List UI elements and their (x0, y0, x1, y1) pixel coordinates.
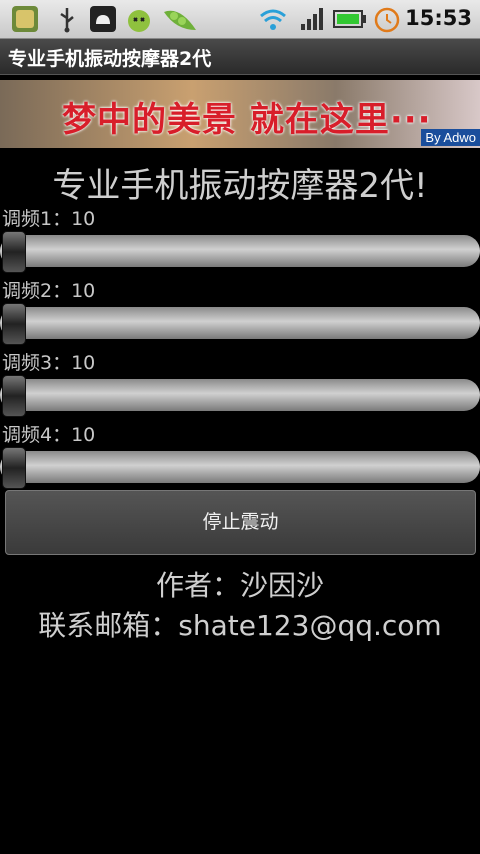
frequency-slider-1[interactable] (0, 235, 480, 267)
slider-1-label: 调频1：10 (2, 208, 96, 230)
clock: 15:53 (405, 6, 472, 30)
slider-4-thumb[interactable] (2, 447, 26, 489)
wifi-icon (260, 9, 286, 30)
ad-banner[interactable]: 梦中的美景 就在这里··· By Adwo (0, 80, 480, 148)
pea-pod-icon (164, 10, 196, 31)
android-debug-icon (90, 6, 116, 32)
status-bar: 15:53 (0, 0, 480, 39)
contact-email-text: 联系邮箱：shate123@qq.com (38, 609, 442, 642)
alarm-icon (374, 7, 400, 33)
signal-icon (301, 8, 323, 30)
app-icon (12, 6, 38, 32)
frequency-slider-2[interactable] (0, 307, 480, 339)
app-title: 专业手机振动按摩器2代 (8, 48, 212, 70)
slider-4-label: 调频4：10 (2, 424, 96, 446)
frequency-slider-4[interactable] (0, 451, 480, 483)
stop-vibration-button[interactable]: 停止震动 (5, 490, 476, 555)
usb-icon (60, 8, 74, 33)
author-text: 作者：沙因沙 (155, 569, 324, 602)
slider-2-label: 调频2：10 (2, 280, 96, 302)
slider-1-thumb[interactable] (2, 231, 26, 273)
ad-text: 梦中的美景 就在这里··· (62, 100, 432, 140)
bugdroid-icon (128, 10, 150, 32)
ad-provider-label: By Adwo (421, 129, 480, 146)
frequency-slider-3[interactable] (0, 379, 480, 411)
app-title-bar: 专业手机振动按摩器2代 (0, 39, 480, 75)
slider-2-thumb[interactable] (2, 303, 26, 345)
slider-3-label: 调频3：10 (2, 352, 96, 374)
battery-icon (333, 10, 366, 28)
page-heading: 专业手机振动按摩器2代! (52, 166, 428, 206)
slider-3-thumb[interactable] (2, 375, 26, 417)
